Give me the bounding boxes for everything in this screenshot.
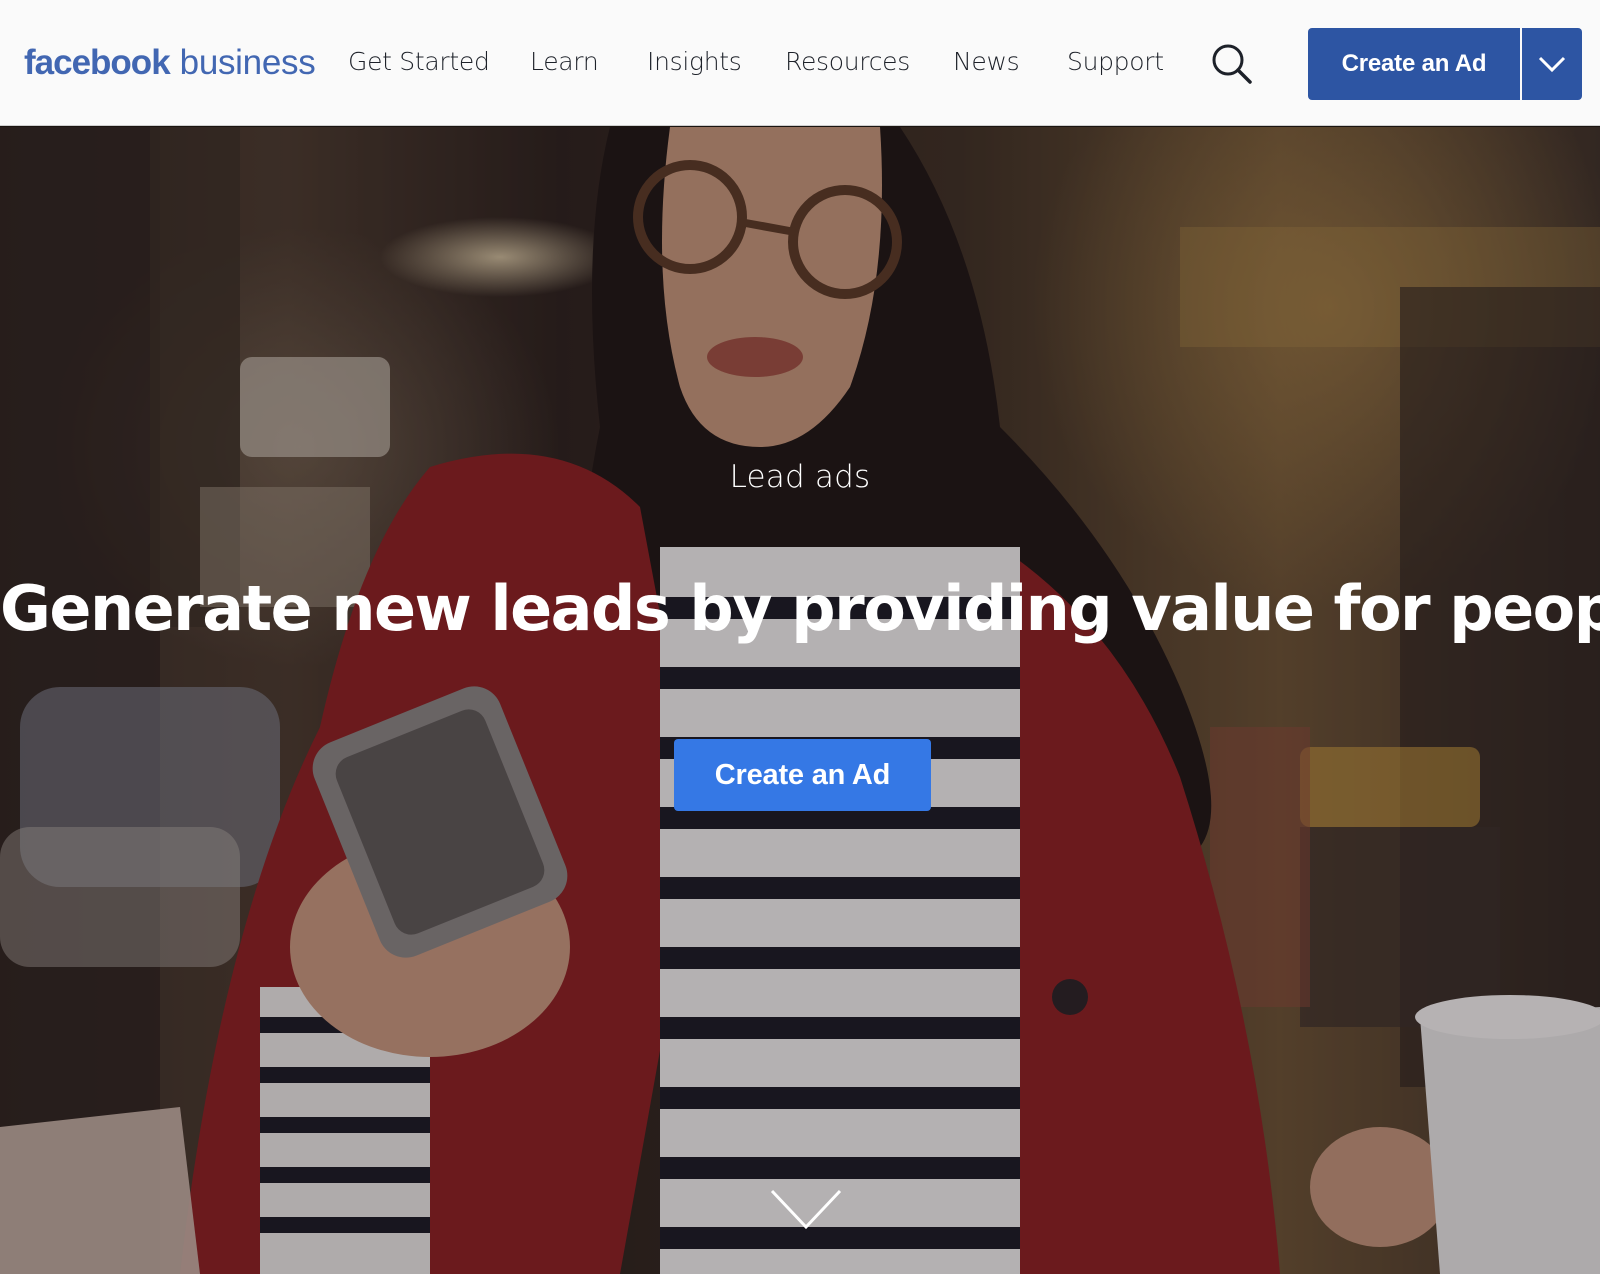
scroll-down-chevron-icon[interactable] [768,1187,844,1233]
chevron-down-icon [1538,56,1566,73]
logo-wordmark: facebook [24,43,171,82]
create-ad-button[interactable]: Create an Ad [1308,28,1520,100]
hero-section: Lead ads Generate new leads by providing… [0,127,1600,1274]
search-icon[interactable] [1210,42,1254,86]
top-navbar: facebook business Get Started Learn Insig… [0,0,1600,126]
nav-news[interactable]: News [953,44,1020,80]
logo-subtitle: business [179,43,316,82]
nav-support[interactable]: Support [1067,44,1164,80]
hero-create-ad-button[interactable]: Create an Ad [674,739,931,811]
facebook-business-logo[interactable]: facebook business [24,42,316,84]
create-ad-split-button: Create an Ad [1308,28,1582,100]
hero-headline: Generate new leads by providing value fo… [0,572,1600,645]
nav-resources[interactable]: Resources [785,44,910,80]
create-ad-dropdown-button[interactable] [1522,28,1582,100]
nav-insights[interactable]: Insights [647,44,742,80]
nav-learn[interactable]: Learn [530,44,599,80]
nav-get-started[interactable]: Get Started [348,44,490,80]
hero-eyebrow: Lead ads [729,459,871,495]
hero-dark-overlay [0,127,1600,1274]
